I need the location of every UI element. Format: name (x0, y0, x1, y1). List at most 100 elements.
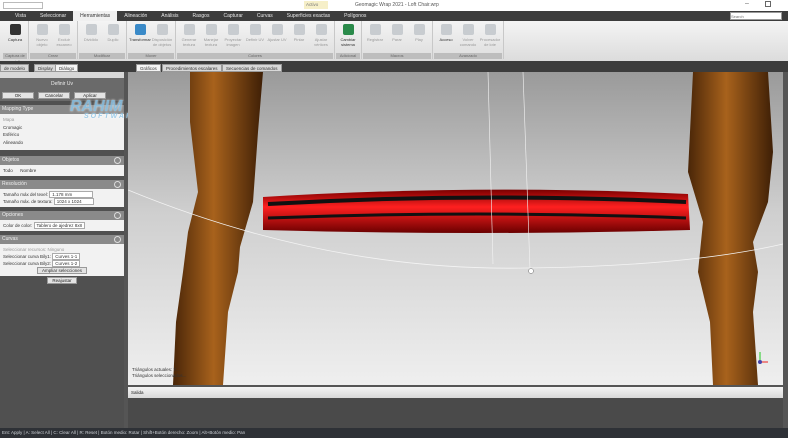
maximize-icon[interactable] (765, 1, 771, 7)
tab-modelo[interactable]: de modelo (0, 64, 30, 72)
expand-selection-button[interactable]: Ampliar selecciones (36, 267, 88, 274)
tab-secuencias[interactable]: Secuencias de comandos (222, 64, 282, 72)
mapping-option[interactable]: Esférico (3, 131, 121, 139)
tool-icon (205, 24, 217, 35)
menu-poligonos[interactable]: Polígonos (337, 11, 373, 21)
tool-icon (58, 24, 70, 35)
ribbon-button-label: Procesador de lote (479, 37, 501, 47)
ribbon-button-play[interactable]: Play (408, 24, 430, 42)
reset-button[interactable]: Reajustar (47, 277, 77, 284)
tab-display[interactable]: Display (34, 64, 57, 72)
ribbon-group: Captura Captura de pantalla (2, 21, 29, 64)
nombre-option[interactable]: Nombre (20, 168, 36, 173)
ribbon-button-label: Volver comando (459, 37, 477, 47)
todo-option[interactable]: Todo (3, 168, 13, 173)
curve1-select[interactable]: Curves 1-1 (52, 253, 81, 260)
ribbon: Captura Captura de pantalla Nuevo objeto Ex… (0, 21, 788, 64)
output-header: Salida (128, 387, 783, 398)
ribbon-group: Acceso Volver comando Procesador de lote Av… (433, 21, 504, 59)
menu-analisis[interactable]: Análisis (154, 11, 185, 21)
tab-row: de modelo Display Diálogo Gráficos Proce… (0, 61, 788, 72)
ribbon-button-disposición-de-objetos[interactable]: Disposición de objetos (151, 24, 173, 47)
ribbon-button-dividido[interactable]: Dividido (80, 24, 102, 42)
tool-icon (156, 24, 168, 35)
ribbon-button-label: Manejar textura (203, 37, 219, 47)
ribbon-group: Cambiar sistema Adicional (335, 21, 362, 59)
ribbon-button-definir-uv[interactable]: Definir UV (244, 24, 266, 42)
tool-icon (413, 24, 425, 35)
ribbon-button-nuevo-objeto[interactable]: Nuevo objeto (31, 24, 53, 47)
menu-curvas[interactable]: Curvas (250, 11, 280, 21)
menu-rasgos[interactable]: Rasgos (186, 11, 217, 21)
tool-icon (342, 24, 354, 35)
resources-select[interactable]: Ninguno (48, 247, 65, 252)
ribbon-group: Generar textura Manejar textura Proyectar … (176, 21, 335, 59)
ribbon-button-label: Parar (392, 37, 402, 42)
menu-seleccionar[interactable]: Seleccionar (33, 11, 73, 21)
mapping-option[interactable]: Cromagic (3, 124, 121, 132)
ribbon-button-ajustar-vértices[interactable]: Ajustar vértices (310, 24, 332, 47)
collapse-icon[interactable] (114, 236, 121, 243)
3d-viewport[interactable]: Triángulos actuales: 7... Triángulos sel… (128, 72, 783, 385)
texture-select[interactable]: 1024 x 1024 (53, 198, 94, 205)
mapping-option[interactable]: Alineando (3, 139, 121, 147)
ribbon-button-excluir-escaneo[interactable]: Excluir escaneo (53, 24, 75, 47)
ribbon-button-cambiar-sistema[interactable]: Cambiar sistema (337, 24, 359, 47)
ribbon-button-transformar[interactable]: Transformar (129, 24, 151, 42)
ribbon-group-label: Captura de pantalla (3, 53, 27, 64)
ribbon-button-label: Transformar (129, 37, 151, 42)
title-bar: Activo Geomagic Wrap 2021 - Loft Chair.w… (0, 0, 788, 11)
quick-access-toolbar[interactable] (3, 2, 43, 9)
menu-capturar[interactable]: Capturar (216, 11, 249, 21)
tool-icon (134, 24, 146, 35)
menu-herramientas[interactable]: Herramientas (73, 11, 118, 21)
ribbon-button-volver-comando[interactable]: Volver comando (457, 24, 479, 47)
window-title: Geomagic Wrap 2021 - Loft Chair.wrp (355, 2, 439, 8)
active-badge: Activo (304, 1, 328, 9)
ribbon-button-manejar-textura[interactable]: Manejar textura (200, 24, 222, 47)
menu-alineacion[interactable]: Alineación (117, 11, 154, 21)
ribbon-button-duplic[interactable]: Duplic (102, 24, 124, 42)
ribbon-button-ajustar-uv[interactable]: Ajustar UV (266, 24, 288, 42)
cancel-button[interactable]: Cancelar (38, 92, 70, 99)
ribbon-button-acceso[interactable]: Acceso (435, 24, 457, 42)
ribbon-button-procesador-de-lote[interactable]: Procesador de lote (479, 24, 501, 47)
collapse-icon[interactable] (114, 212, 121, 219)
texel-input[interactable]: 1.178 mm (49, 191, 94, 198)
ok-button[interactable]: OK (2, 92, 34, 99)
ribbon-button-label: Acceso (439, 37, 453, 42)
ribbon-group-label: Adicional (336, 53, 360, 59)
minimize-icon[interactable]: – (745, 0, 749, 7)
axis-triad-icon (758, 352, 768, 364)
ribbon-button-proyectar-imagen[interactable]: Proyectar imagen (222, 24, 244, 47)
curves-header: Curvas (2, 236, 18, 242)
tab-dialogo[interactable]: Diálogo (55, 64, 79, 72)
ribbon-button-parar[interactable]: Parar (386, 24, 408, 42)
curve2-select[interactable]: Curves 1-2 (52, 260, 81, 267)
tool-icon (391, 24, 403, 35)
tab-graficos[interactable]: Gráficos (136, 64, 161, 72)
ribbon-button-label: Duplic (107, 37, 119, 42)
ribbon-group-label: Macros (363, 53, 431, 59)
ribbon-group-label: Mover (128, 53, 174, 59)
tool-icon (36, 24, 48, 35)
ribbon-button-label: Definir UV (245, 37, 265, 42)
ribbon-group-label: Colores (177, 53, 333, 59)
collapse-icon[interactable] (114, 157, 121, 164)
ribbon-button-registrar[interactable]: Registrar (364, 24, 386, 42)
ribbon-button-label: Pintar (293, 37, 305, 42)
menu-vista[interactable]: Vista (8, 11, 33, 21)
color-select[interactable]: Tablero de ajedrez 8x8 (33, 222, 86, 229)
menu-superficies[interactable]: Superficies exactas (280, 11, 337, 21)
tool-icon (183, 24, 195, 35)
ribbon-button-label: Ajustar UV (267, 37, 287, 42)
search-input[interactable] (730, 12, 782, 20)
ribbon-button-captura[interactable]: Captura (4, 24, 26, 42)
ribbon-button-pintar[interactable]: Pintar (288, 24, 310, 42)
ribbon-button-label: Proyectar imagen (224, 37, 242, 47)
tab-procedimientos[interactable]: Procedimientos escalares (162, 64, 222, 72)
ribbon-button-label: Nuevo objeto (36, 37, 48, 47)
ribbon-button-label: Disposición de objetos (151, 37, 173, 47)
ribbon-button-generar-textura[interactable]: Generar textura (178, 24, 200, 47)
collapse-icon[interactable] (114, 181, 121, 188)
